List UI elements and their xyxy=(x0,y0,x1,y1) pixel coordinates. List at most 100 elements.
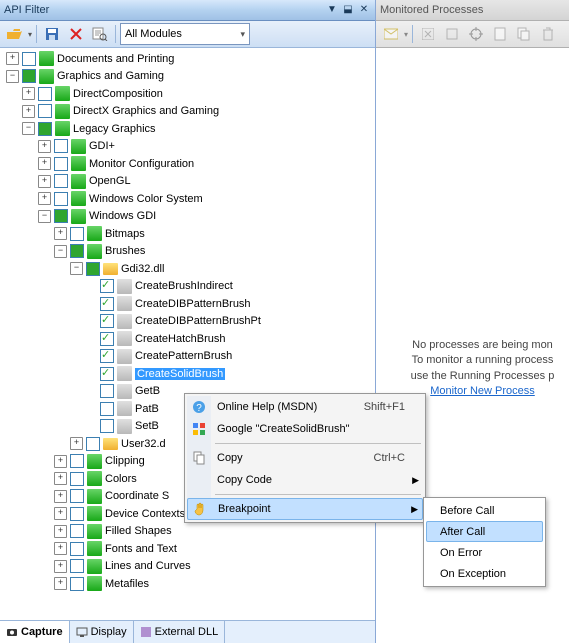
collapse-icon[interactable]: − xyxy=(38,210,51,223)
envelope-icon xyxy=(384,28,398,40)
stop-button[interactable] xyxy=(417,23,439,45)
folder-icon xyxy=(103,263,118,275)
book-icon xyxy=(39,69,54,84)
checkbox-checked[interactable] xyxy=(100,297,114,311)
book-icon xyxy=(87,541,102,556)
copy-icon xyxy=(191,450,207,466)
panel-title: Monitored Processes xyxy=(380,4,483,16)
tree-item[interactable]: CreateBrushIndirect xyxy=(86,278,375,296)
collapse-icon[interactable]: − xyxy=(70,262,83,275)
trash-button[interactable] xyxy=(537,23,559,45)
checkbox-filled[interactable] xyxy=(86,262,100,276)
submenu-on-exception[interactable]: On Exception xyxy=(426,563,543,584)
function-icon xyxy=(117,419,132,434)
open-button[interactable] xyxy=(4,23,26,45)
tree-item[interactable]: −Gdi32.dll xyxy=(70,260,375,278)
menu-google[interactable]: Google "CreateSolidBrush" xyxy=(187,418,423,440)
function-icon xyxy=(117,366,132,381)
checkbox-checked[interactable] xyxy=(100,349,114,363)
book-icon xyxy=(87,454,102,469)
book-icon xyxy=(39,51,54,66)
tree-item[interactable]: CreatePatternBrush xyxy=(86,348,375,366)
submenu-on-error[interactable]: On Error xyxy=(426,542,543,563)
monitor-new-process-link[interactable]: Monitor New Process xyxy=(430,385,535,397)
checkbox-filled[interactable] xyxy=(38,122,52,136)
checkbox-checked[interactable] xyxy=(100,279,114,293)
target-button[interactable] xyxy=(465,23,487,45)
tree-item[interactable]: −Brushes xyxy=(54,243,375,261)
book-icon xyxy=(71,174,86,189)
tree-item-selected[interactable]: CreateSolidBrush xyxy=(86,365,375,383)
bottom-tabstrip: Capture Display External DLL xyxy=(0,620,375,643)
menu-breakpoint[interactable]: Breakpoint ▶ xyxy=(187,498,423,520)
tree-item[interactable]: +OpenGL xyxy=(38,173,375,191)
folder-open-icon xyxy=(7,27,23,41)
submenu-after-call[interactable]: After Call xyxy=(426,521,543,542)
dropdown-icon[interactable]: ▼ xyxy=(325,3,339,17)
copy-button[interactable] xyxy=(513,23,535,45)
book-icon xyxy=(71,156,86,171)
tree-item[interactable]: + Documents and Printing xyxy=(6,50,375,68)
chevron-down-icon: ▾ xyxy=(240,29,245,40)
tab-capture[interactable]: Capture xyxy=(0,621,70,643)
tree-item[interactable]: CreateHatchBrush xyxy=(86,330,375,348)
save-button[interactable] xyxy=(41,23,63,45)
tree-item[interactable]: −Windows GDI xyxy=(38,208,375,226)
tree-item[interactable]: +DirectX Graphics and Gaming xyxy=(22,103,375,121)
api-filter-titlebar: API Filter ▼ ⬓ ✕ xyxy=(0,0,375,21)
menu-online-help[interactable]: ? Online Help (MSDN) Shift+F1 xyxy=(187,396,423,418)
checkbox-checked[interactable] xyxy=(100,314,114,328)
api-tree[interactable]: + Documents and Printing − Graphics and … xyxy=(0,48,375,620)
checkbox-filled[interactable] xyxy=(70,244,84,258)
book-icon xyxy=(71,191,86,206)
tab-display[interactable]: Display xyxy=(70,621,134,643)
checkbox-filled[interactable] xyxy=(54,209,68,223)
tree-item[interactable]: CreateDIBPatternBrushPt xyxy=(86,313,375,331)
checkbox-checked[interactable] xyxy=(100,367,114,381)
submenu-before-call[interactable]: Before Call xyxy=(426,500,543,521)
checkbox-checked[interactable] xyxy=(100,332,114,346)
floppy-icon xyxy=(45,27,59,41)
modules-combo[interactable]: All Modules ▾ xyxy=(120,23,250,45)
copy-icon xyxy=(517,27,531,41)
expand-icon[interactable]: + xyxy=(6,52,19,65)
book-icon xyxy=(87,489,102,504)
collapse-icon[interactable]: − xyxy=(22,122,35,135)
x-icon xyxy=(69,27,83,41)
book-icon xyxy=(87,471,102,486)
tree-item[interactable]: +GDI+ xyxy=(38,138,375,156)
find-text-button[interactable] xyxy=(89,23,111,45)
tree-item[interactable]: +Lines and Curves xyxy=(54,558,375,576)
menu-copy-code[interactable]: Copy Code ▶ xyxy=(187,469,423,491)
tree-item[interactable]: CreateDIBPatternBrush xyxy=(86,295,375,313)
doc-button[interactable] xyxy=(489,23,511,45)
context-menu: ? Online Help (MSDN) Shift+F1 Google "Cr… xyxy=(184,393,426,523)
tree-item[interactable]: +Bitmaps xyxy=(54,225,375,243)
empty-state-message: No processes are being mon To monitor a … xyxy=(396,338,569,400)
book-icon xyxy=(55,86,70,101)
breakpoint-submenu: Before Call After Call On Error On Excep… xyxy=(423,497,546,587)
book-icon xyxy=(87,244,102,259)
menu-copy[interactable]: Copy Ctrl+C xyxy=(187,447,423,469)
collapse-icon[interactable]: − xyxy=(54,245,67,258)
tree-item[interactable]: +DirectComposition xyxy=(22,85,375,103)
checkbox[interactable] xyxy=(22,52,36,66)
collapse-icon[interactable]: − xyxy=(6,70,19,83)
tree-item[interactable]: − Graphics and Gaming xyxy=(6,68,375,86)
api-filter-toolbar: ▾ All Modules ▾ xyxy=(0,21,375,48)
book-icon xyxy=(87,576,102,591)
tree-item[interactable]: +Filled Shapes xyxy=(54,523,375,541)
tree-item[interactable]: +Fonts and Text xyxy=(54,540,375,558)
delete-button[interactable] xyxy=(65,23,87,45)
close-icon[interactable]: ✕ xyxy=(357,3,371,17)
pin-icon[interactable]: ⬓ xyxy=(341,3,355,17)
tab-external-dll[interactable]: External DLL xyxy=(134,621,226,643)
tree-item[interactable]: +Monitor Configuration xyxy=(38,155,375,173)
tree-item[interactable]: +Windows Color System xyxy=(38,190,375,208)
mail-button[interactable] xyxy=(380,23,402,45)
checkbox-filled[interactable] xyxy=(22,69,36,83)
expand-button[interactable] xyxy=(441,23,463,45)
tree-item[interactable]: +Metafiles xyxy=(54,575,375,593)
submenu-arrow-icon: ▶ xyxy=(412,475,419,486)
tree-item[interactable]: −Legacy Graphics xyxy=(22,120,375,138)
